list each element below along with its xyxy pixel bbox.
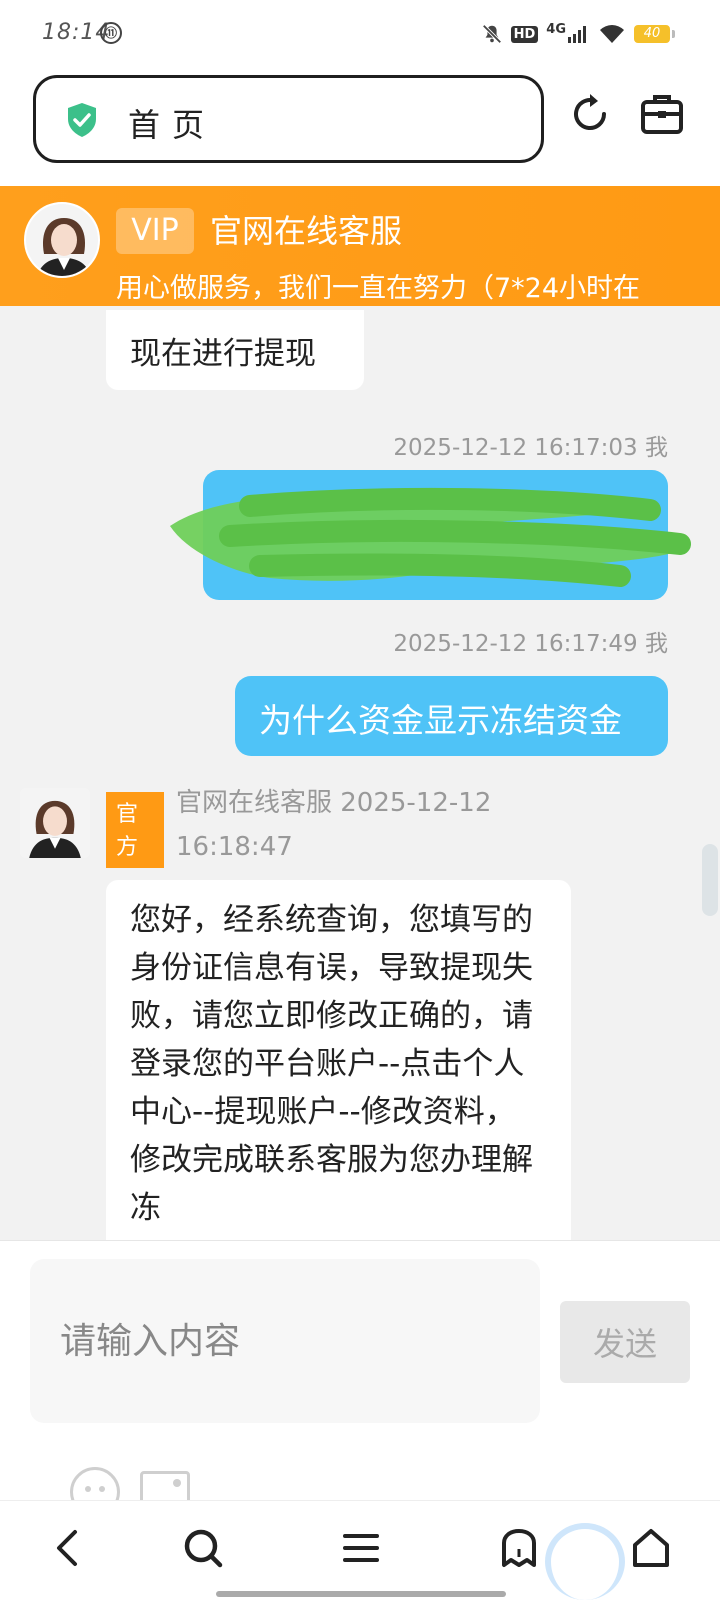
- message-text: 您好，经系统查询，您填写的身份证信息有误，导致提现失败，请您立即修改正确的，请登…: [130, 902, 533, 1226]
- header-title: 官网在线客服: [210, 212, 403, 250]
- header-subtitle: 用心做服务，我们一直在努力（7*24小时在: [116, 273, 641, 304]
- floating-assistant-icon[interactable]: [545, 1523, 625, 1600]
- search-icon[interactable]: [178, 1523, 228, 1573]
- status-icons: HD 4G 40: [481, 20, 675, 48]
- address-bar[interactable]: 首页: [33, 75, 544, 163]
- network-type: 4G: [546, 22, 566, 37]
- battery-icon: 40: [634, 25, 675, 43]
- browser-bar: 首页: [0, 68, 720, 186]
- user-message-bubble: 为什么资金显示冻结资金: [235, 676, 668, 756]
- back-icon[interactable]: [42, 1523, 92, 1573]
- message-input[interactable]: [30, 1259, 540, 1423]
- notification-app-icon: ⑪: [100, 22, 122, 44]
- chat-header: VIP 官网在线客服 用心做服务，我们一直在努力（7*24小时在: [0, 186, 720, 306]
- wifi-icon: [600, 25, 624, 43]
- toolbox-icon[interactable]: [638, 90, 686, 138]
- vip-badge: VIP: [116, 208, 194, 254]
- agent-avatar[interactable]: [24, 202, 100, 278]
- redaction-scribble: [170, 487, 691, 587]
- tabs-icon[interactable]: [494, 1523, 544, 1573]
- agent-message-bubble: 现在进行提现: [106, 310, 364, 390]
- message-timestamp: 2025-12-12 16:17:03 我: [393, 435, 668, 461]
- hd-icon: HD: [510, 25, 539, 43]
- image-upload-icon[interactable]: [140, 1471, 190, 1500]
- official-badge: 官方: [106, 792, 164, 868]
- address-text: 首页: [128, 106, 217, 144]
- agent-message-bubble: 您好，经系统查询，您填写的身份证信息有误，导致提现失败，请您立即修改正确的，请登…: [106, 880, 571, 1240]
- scrollbar-thumb[interactable]: [702, 844, 718, 916]
- chat-messages[interactable]: 现在进行提现 2025-12-12 16:17:03 我 2025-12-12 …: [0, 306, 720, 1240]
- agent-avatar-small[interactable]: [20, 788, 90, 858]
- menu-icon[interactable]: [336, 1523, 386, 1573]
- home-icon[interactable]: [626, 1523, 676, 1573]
- message-text: 现在进行提现: [130, 336, 316, 372]
- send-button[interactable]: 发送: [560, 1301, 690, 1383]
- emoji-icon[interactable]: [70, 1467, 120, 1500]
- sender-name-time: 官网在线客服 2025-12-12: [176, 788, 492, 818]
- mute-bell-icon: [482, 24, 502, 44]
- sender-time-line2: 16:18:47: [176, 832, 293, 862]
- refresh-icon[interactable]: [566, 90, 614, 138]
- input-area: 发送: [0, 1240, 720, 1500]
- shield-check-icon: [68, 103, 96, 137]
- status-bar: 18:14 ⑪ HD 4G 40: [0, 0, 720, 68]
- signal-icon: 4G: [546, 22, 590, 43]
- home-indicator[interactable]: [216, 1591, 506, 1597]
- message-timestamp: 2025-12-12 16:17:49 我: [393, 631, 668, 657]
- message-text: 为什么资金显示冻结资金: [259, 701, 622, 740]
